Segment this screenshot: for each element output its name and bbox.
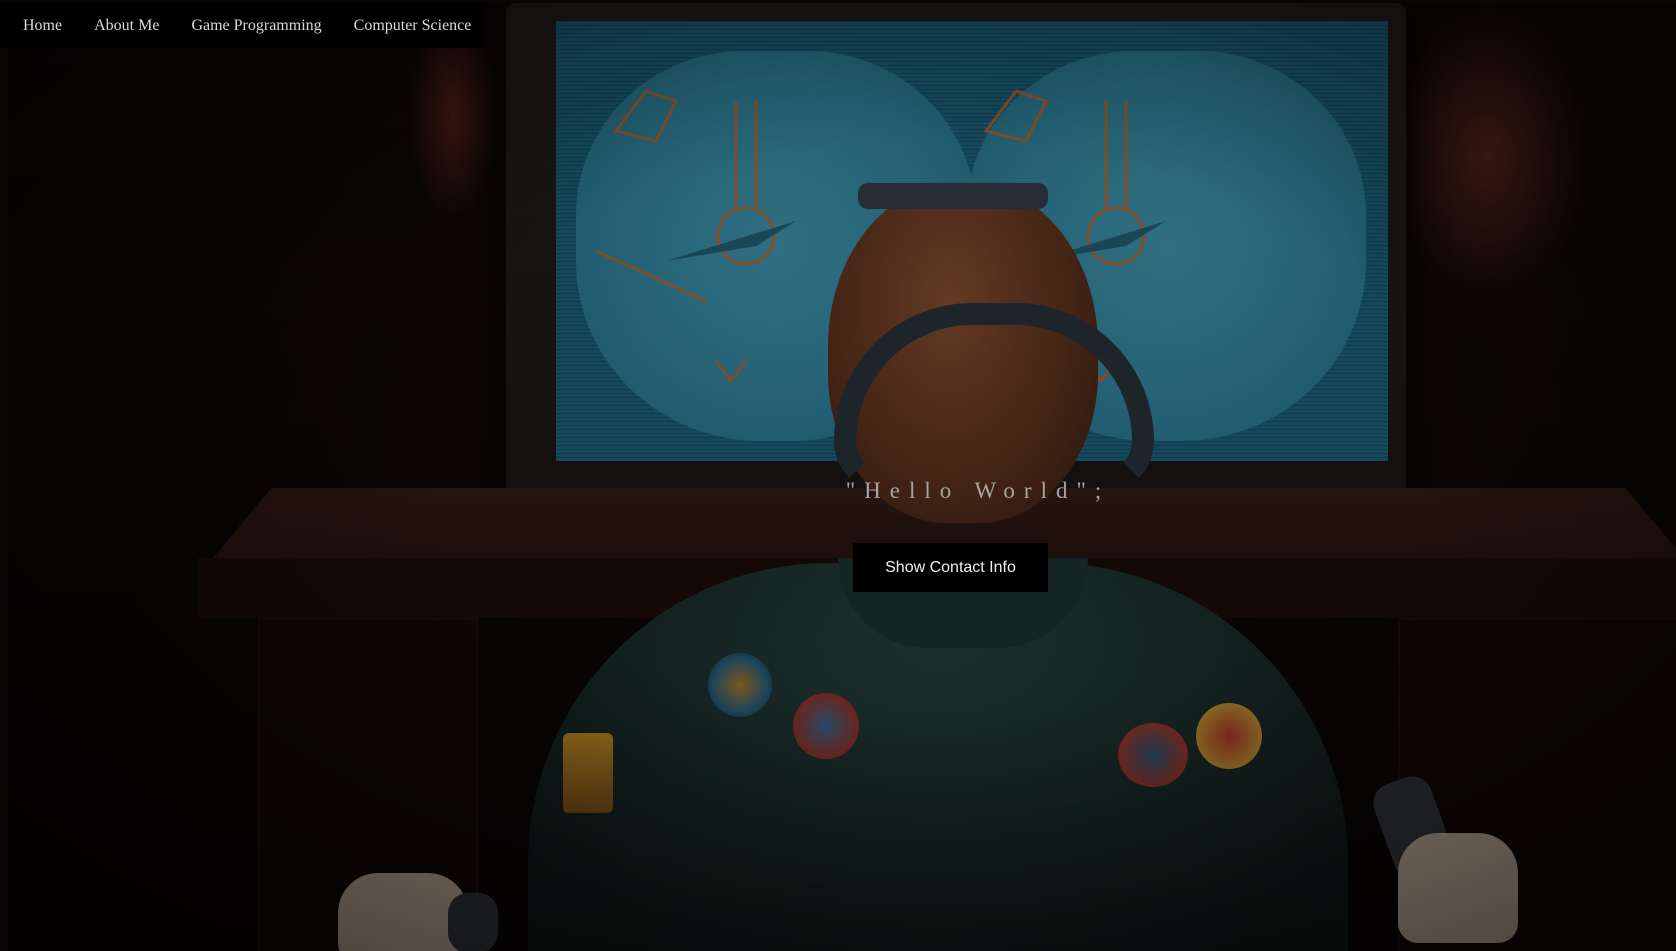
nav-about-me-link[interactable]: About Me	[94, 17, 159, 35]
nav-home-link[interactable]: Home	[23, 17, 62, 35]
dim-overlay	[8, 3, 1676, 951]
show-contact-info-button[interactable]: Show Contact Info	[853, 543, 1048, 592]
hero-background	[8, 3, 1676, 951]
nav-computer-science-link[interactable]: Computer Science	[354, 17, 472, 35]
nav-game-programming-link[interactable]: Game Programming	[191, 17, 321, 35]
hero-heading: "Hello World";	[845, 478, 1111, 503]
top-nav: Home About Me Game Programming Computer …	[0, 3, 487, 48]
